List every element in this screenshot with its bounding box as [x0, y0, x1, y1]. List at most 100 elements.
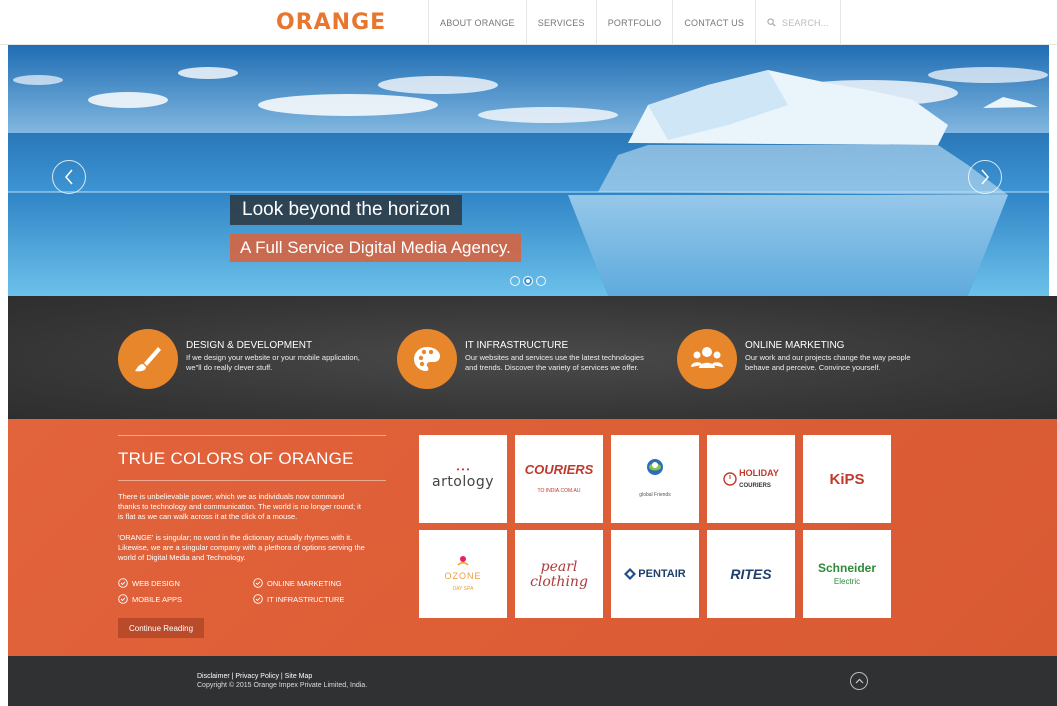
divider	[118, 435, 386, 436]
list-item-label: MOBILE APPS	[132, 594, 183, 604]
logo-text: Schneider	[817, 560, 877, 575]
logo-text: PENTAIR	[638, 568, 686, 580]
service-marketing[interactable]: ONLINE MARKETING Our work and our projec…	[677, 329, 911, 389]
logo-text: global Friends	[639, 491, 671, 498]
site-header: ORANGE ABOUT ORANGE SERVICES PORTFOLIO C…	[0, 0, 1057, 45]
slide-dot-2[interactable]	[523, 276, 533, 286]
iceberg-image	[8, 45, 1049, 296]
client-logo-schneider[interactable]: Schneider Electric	[803, 530, 891, 618]
client-logo-pentair[interactable]: PENTAIR	[611, 530, 699, 618]
client-logo-global-friends[interactable]: global Friends	[611, 435, 699, 523]
service-design[interactable]: DESIGN & DEVELOPMENT If we design your w…	[118, 329, 360, 389]
true-colors-section: TRUE COLORS OF ORANGE There is unbelieva…	[8, 419, 1057, 656]
list-item-label: ONLINE MARKETING	[267, 578, 342, 588]
client-logo-rites[interactable]: RITES	[707, 530, 795, 618]
pentair-mark-icon	[624, 568, 637, 580]
service-desc-line: we"ll do really clever stuff.	[186, 363, 273, 372]
nav-contact[interactable]: CONTACT US	[672, 0, 755, 45]
check-circle-icon	[118, 578, 128, 588]
continue-reading-button[interactable]: Continue Reading	[118, 618, 205, 638]
logo-text: HOLIDAY	[739, 468, 779, 478]
check-circle-icon	[118, 594, 128, 604]
service-desc-line: Our websites and services use the latest…	[465, 353, 644, 362]
client-logo-grid: • • • artology COURIERS TO INDIA.COM.AU …	[419, 435, 891, 618]
client-logo-ozone[interactable]: OZONE DAY SPA	[419, 530, 507, 618]
logo-subtext: TO INDIA.COM.AU	[537, 488, 581, 494]
people-icon	[677, 329, 737, 389]
logo-text: pearl	[540, 559, 578, 575]
hero-slider: Look beyond the horizon A Full Service D…	[8, 45, 1049, 296]
list-item: IT INFRASTRUCTURE	[253, 594, 388, 604]
slider-dots	[510, 276, 546, 286]
chevron-up-icon	[855, 678, 863, 684]
chevron-right-icon	[981, 169, 989, 185]
search-box[interactable]: SEARCH...	[755, 0, 842, 45]
nav-portfolio[interactable]: PORTFOLIO	[595, 0, 673, 45]
search-placeholder: SEARCH...	[782, 17, 829, 28]
service-desc-line: If we design your website or your mobile…	[186, 353, 360, 362]
service-desc-line: behave and perceive. Convince yourself.	[745, 363, 881, 372]
service-title: IT INFRASTRUCTURE	[465, 340, 569, 351]
site-footer: Disclaimer | Privacy Policy | Site Map C…	[8, 656, 1057, 706]
scroll-to-top-button[interactable]	[850, 672, 868, 690]
check-circle-icon	[253, 594, 263, 604]
list-item: MOBILE APPS	[118, 594, 253, 604]
copyright-text: Copyright © 2015 Orange Impex Private Li…	[197, 682, 368, 689]
service-desc-line: Our work and our projects change the way…	[745, 353, 911, 362]
divider	[118, 480, 386, 481]
logo-text: clothing	[530, 574, 588, 590]
service-infrastructure[interactable]: IT INFRASTRUCTURE Our websites and servi…	[397, 329, 644, 389]
intro-paragraph: There is unbelievable power, which we as…	[118, 492, 388, 522]
dots-icon: • • •	[456, 465, 470, 474]
logo-text: RITES	[730, 566, 772, 582]
prev-slide-button[interactable]	[52, 160, 86, 194]
paragraph-line: thanks to technology and communication. …	[118, 502, 361, 511]
list-item: WEB DESIGN	[118, 578, 253, 588]
logo-subtext: DAY SPA	[452, 585, 474, 592]
clock-icon	[723, 472, 737, 486]
client-logo-artology[interactable]: • • • artology	[419, 435, 507, 523]
list-item-label: WEB DESIGN	[132, 578, 180, 588]
client-logo-holiday-couriers[interactable]: HOLIDAY COURIERS	[707, 435, 795, 523]
chevron-left-icon	[65, 169, 73, 185]
section-title: TRUE COLORS OF ORANGE	[118, 449, 354, 468]
paintbrush-icon	[118, 329, 178, 389]
palette-icon	[397, 329, 457, 389]
services-band: DESIGN & DEVELOPMENT If we design your w…	[8, 296, 1057, 419]
main-nav: ABOUT ORANGE SERVICES PORTFOLIO CONTACT …	[428, 0, 842, 45]
client-logo-couriers[interactable]: COURIERS TO INDIA.COM.AU	[515, 435, 603, 523]
paragraph-line: is flat as we can walk across it at the …	[118, 512, 298, 521]
client-logo-pearl-clothing[interactable]: pearl clothing	[515, 530, 603, 618]
paragraph-line: 'ORANGE' is singular; no word in the dic…	[118, 533, 353, 542]
intro-paragraph: 'ORANGE' is singular; no word in the dic…	[118, 533, 388, 563]
service-desc-line: and trends. Discover the variety of serv…	[465, 363, 639, 372]
logo-text: KiPS	[829, 470, 865, 488]
footer-links[interactable]: Disclaimer | Privacy Policy | Site Map	[197, 673, 312, 680]
list-item: ONLINE MARKETING	[253, 578, 388, 588]
nav-about[interactable]: ABOUT ORANGE	[428, 0, 526, 45]
paragraph-line: Likewise, we are a singular company with…	[118, 543, 365, 552]
capabilities-list: WEB DESIGN ONLINE MARKETING MOBILE APPS …	[118, 578, 388, 604]
logo-subtext: COURIERS	[739, 483, 771, 489]
next-slide-button[interactable]	[968, 160, 1002, 194]
service-title: ONLINE MARKETING	[745, 340, 845, 351]
hero-caption-secondary: A Full Service Digital Media Agency.	[230, 234, 521, 262]
search-icon	[767, 18, 776, 27]
paragraph-line: There is unbelievable power, which we as…	[118, 492, 345, 501]
logo-text: OZONE	[444, 570, 482, 581]
logo-subtext: Electric	[833, 576, 861, 586]
nav-services[interactable]: SERVICES	[525, 0, 596, 45]
flower-icon	[457, 555, 469, 566]
globe-icon	[647, 458, 663, 475]
paragraph-line: world of Digital Media and Technology.	[118, 553, 246, 562]
logo-text: COURIERS	[524, 462, 594, 477]
list-item-label: IT INFRASTRUCTURE	[267, 594, 345, 604]
service-title: DESIGN & DEVELOPMENT	[186, 340, 313, 351]
orange-logo[interactable]: ORANGE	[276, 10, 386, 35]
hero-caption-primary: Look beyond the horizon	[230, 195, 463, 225]
slide-dot-1[interactable]	[510, 276, 520, 286]
slide-dot-3[interactable]	[536, 276, 546, 286]
client-logo-kips[interactable]: KiPS	[803, 435, 891, 523]
logo-text: artology	[431, 474, 495, 490]
check-circle-icon	[253, 578, 263, 588]
